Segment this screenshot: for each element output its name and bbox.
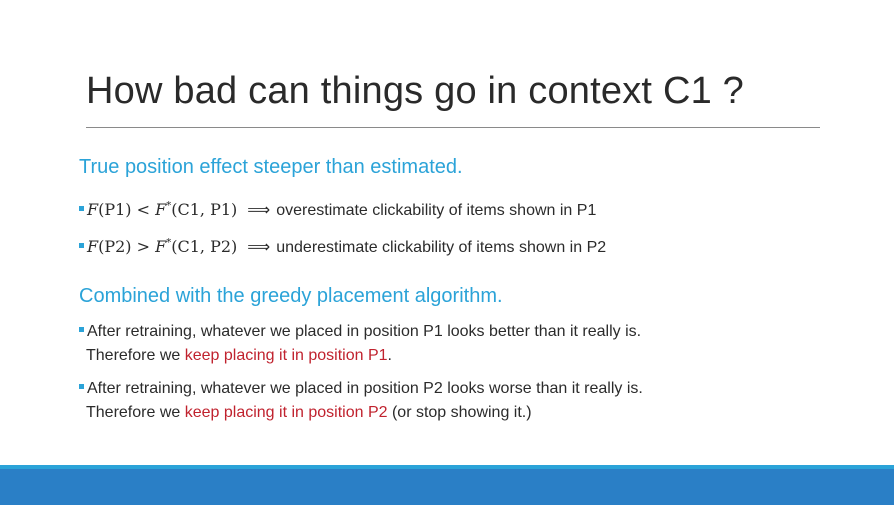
paragraph-prefix: Therefore we	[86, 347, 185, 364]
math-expression-p2: F(P2) > F*(C1, P2)	[87, 237, 238, 256]
title-divider	[86, 127, 820, 128]
paragraph-bullet-p1: After retraining, whatever we placed in …	[79, 320, 641, 368]
bullet-square-icon	[79, 384, 84, 390]
highlight-text: keep placing it in position P2	[184, 404, 388, 421]
paragraph-line1: After retraining, whatever we placed in …	[87, 380, 643, 397]
section-heading-position-effect: True position effect steeper than estima…	[79, 156, 463, 178]
paragraph-line1: After retraining, whatever we placed in …	[87, 323, 642, 340]
bullet-square-icon	[79, 206, 84, 212]
implies-arrow-icon: ⟹	[247, 200, 271, 219]
bullet-square-icon	[79, 243, 84, 249]
highlight-text: keep placing it in position P1	[184, 347, 388, 364]
math-bullet-p1: F(P1) < F*(C1, P1) ⟹ overestimate clickabi…	[79, 200, 596, 220]
math-expression-p1: F(P1) < F*(C1, P1)	[87, 200, 238, 219]
footer-bar	[0, 469, 894, 505]
bullet-text: underestimate clickability of items show…	[276, 239, 607, 256]
implies-arrow-icon: ⟹	[247, 237, 271, 256]
bullet-square-icon	[79, 327, 84, 333]
section-heading-greedy: Combined with the greedy placement algor…	[79, 285, 503, 307]
bullet-text: overestimate clickability of items shown…	[276, 202, 597, 219]
paragraph-prefix: Therefore we	[86, 404, 185, 421]
paragraph-suffix: (or stop showing it.)	[387, 404, 532, 421]
math-bullet-p2: F(P2) > F*(C1, P2) ⟹ underestimate clickab…	[79, 237, 606, 257]
slide-title: How bad can things go in context C1 ?	[86, 70, 745, 112]
paragraph-suffix: .	[387, 347, 392, 364]
paragraph-bullet-p2: After retraining, whatever we placed in …	[79, 377, 643, 425]
